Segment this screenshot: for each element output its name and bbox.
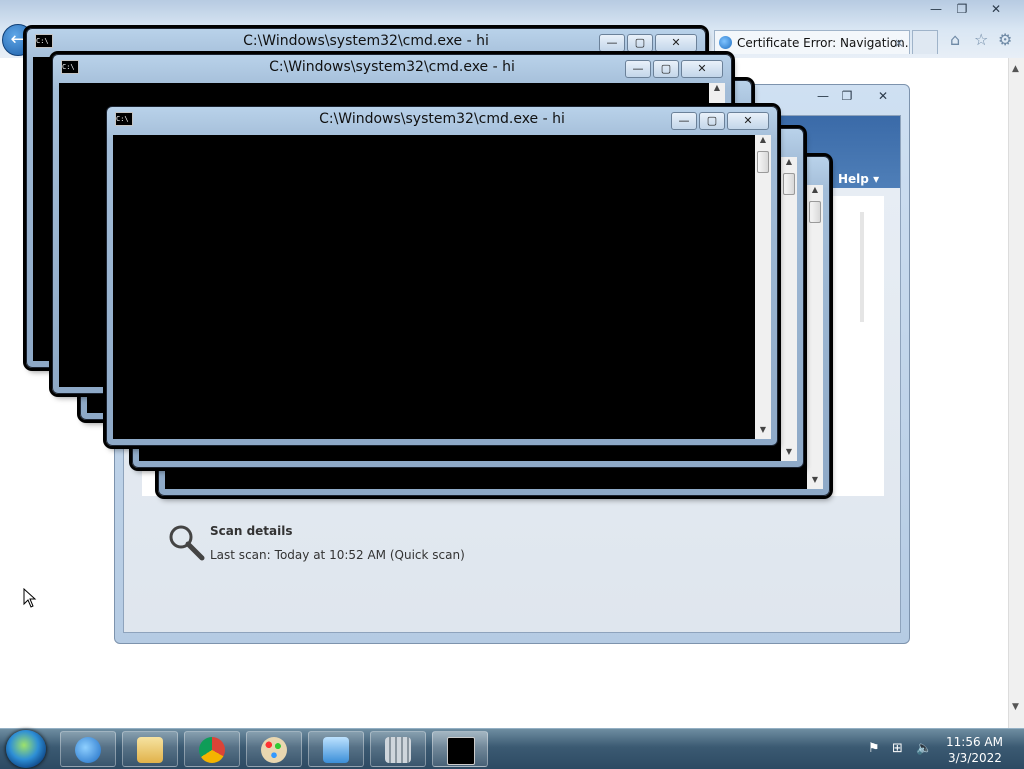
- cmd-maximize-button[interactable]: ▢: [653, 60, 679, 78]
- scroll-up-icon[interactable]: ▲: [709, 83, 725, 97]
- clock-time[interactable]: 11:56 AM: [946, 735, 1003, 749]
- control-panel-icon: [323, 737, 349, 763]
- last-scan-label: Last scan:: [210, 548, 271, 562]
- taskbar-control-panel[interactable]: [308, 731, 364, 767]
- cmd-close-button[interactable]: ✕: [655, 34, 697, 52]
- clock-date[interactable]: 3/3/2022: [948, 751, 1002, 765]
- browser-tab[interactable]: Certificate Error: Navigation... ×: [714, 30, 910, 54]
- cmd-close-button[interactable]: ✕: [727, 112, 769, 130]
- internet-explorer-icon: [75, 737, 101, 763]
- cmd-maximize-button[interactable]: ▢: [699, 112, 725, 130]
- last-scan-value: Today at 10:52 AM (Quick scan): [274, 548, 465, 562]
- taskbar-app[interactable]: [370, 731, 426, 767]
- cmd-window-3[interactable]: C:\ C:\Windows\system32\cmd.exe - hi — ▢ ✕…: [106, 106, 778, 446]
- cmd-close-button[interactable]: ✕: [681, 60, 723, 78]
- browser-scrollbar[interactable]: ▲ ▼: [1008, 58, 1024, 728]
- cmd-minimize-button[interactable]: —: [599, 34, 625, 52]
- help-menu[interactable]: Help ▾: [838, 172, 879, 186]
- scroll-thumb[interactable]: [757, 151, 769, 173]
- paint-palette-icon: [261, 737, 287, 763]
- taskbar: ⚑ ⊞ 🔈 11:56 AM 3/3/2022: [0, 728, 1024, 769]
- chrome-icon: [199, 737, 225, 763]
- cmd-window-controls: — ▢ ✕: [669, 109, 769, 130]
- console-area[interactable]: [113, 135, 755, 439]
- cmd-scrollbar[interactable]: ▲ ▼: [755, 135, 771, 439]
- browser-close-button[interactable]: ✕: [982, 0, 1010, 20]
- scroll-up-icon[interactable]: ▲: [807, 185, 823, 199]
- start-button[interactable]: [6, 730, 46, 768]
- last-scan-text: Last scan: Today at 10:52 AM (Quick scan): [210, 548, 465, 562]
- new-tab-button[interactable]: [912, 30, 938, 54]
- home-icon[interactable]: ⌂: [950, 30, 960, 49]
- scroll-thumb[interactable]: [783, 173, 795, 195]
- folder-icon: [137, 737, 163, 763]
- cmd-minimize-button[interactable]: —: [625, 60, 651, 78]
- cmd-scrollbar[interactable]: ▲ ▼: [781, 157, 797, 461]
- scroll-down-icon[interactable]: ▼: [807, 475, 823, 489]
- scroll-down-icon[interactable]: ▼: [781, 447, 797, 461]
- taskbar-chrome[interactable]: [184, 731, 240, 767]
- scroll-up-icon[interactable]: ▲: [781, 157, 797, 171]
- mouse-cursor-icon: [23, 588, 37, 608]
- taskbar-paint[interactable]: [246, 731, 302, 767]
- scroll-thumb[interactable]: [809, 201, 821, 223]
- cmd-minimize-button[interactable]: —: [671, 112, 697, 130]
- volume-icon[interactable]: 🔈: [916, 741, 932, 756]
- scroll-down-icon[interactable]: ▼: [1012, 702, 1019, 712]
- app-grid-icon: [385, 737, 411, 763]
- flag-icon[interactable]: ⚑: [868, 741, 880, 756]
- scroll-up-icon[interactable]: ▲: [755, 135, 771, 149]
- network-icon[interactable]: ⊞: [892, 741, 903, 756]
- system-tray: ⚑ ⊞ 🔈 11:56 AM 3/3/2022: [862, 733, 1022, 767]
- panel-divider: [860, 212, 864, 322]
- app-restore-button[interactable]: ❐: [833, 87, 861, 107]
- cmd-window-controls: — ▢ ✕: [623, 57, 723, 78]
- gear-icon[interactable]: ⚙: [998, 30, 1012, 49]
- taskbar-internet-explorer[interactable]: [60, 731, 116, 767]
- browser-tab-title: Certificate Error: Navigation...: [737, 36, 910, 50]
- taskbar-cmd[interactable]: [432, 731, 488, 767]
- scan-details-title: Scan details: [210, 524, 293, 538]
- ie-page-icon: [719, 36, 732, 49]
- tab-close-icon[interactable]: ×: [894, 31, 904, 54]
- scroll-down-icon[interactable]: ▼: [755, 425, 771, 439]
- cmd-scrollbar[interactable]: ▲ ▼: [807, 185, 823, 489]
- cmd-icon: [447, 737, 475, 765]
- star-icon[interactable]: ☆: [974, 30, 988, 49]
- app-close-button[interactable]: ✕: [869, 87, 897, 107]
- cmd-maximize-button[interactable]: ▢: [627, 34, 653, 52]
- cmd-window-controls: — ▢ ✕: [597, 31, 697, 52]
- browser-restore-button[interactable]: ❐: [948, 0, 976, 20]
- browser-minimize-button[interactable]: —: [922, 0, 950, 20]
- magnifier-icon: [169, 525, 205, 561]
- taskbar-file-explorer[interactable]: [122, 731, 178, 767]
- scroll-up-icon[interactable]: ▲: [1012, 64, 1019, 74]
